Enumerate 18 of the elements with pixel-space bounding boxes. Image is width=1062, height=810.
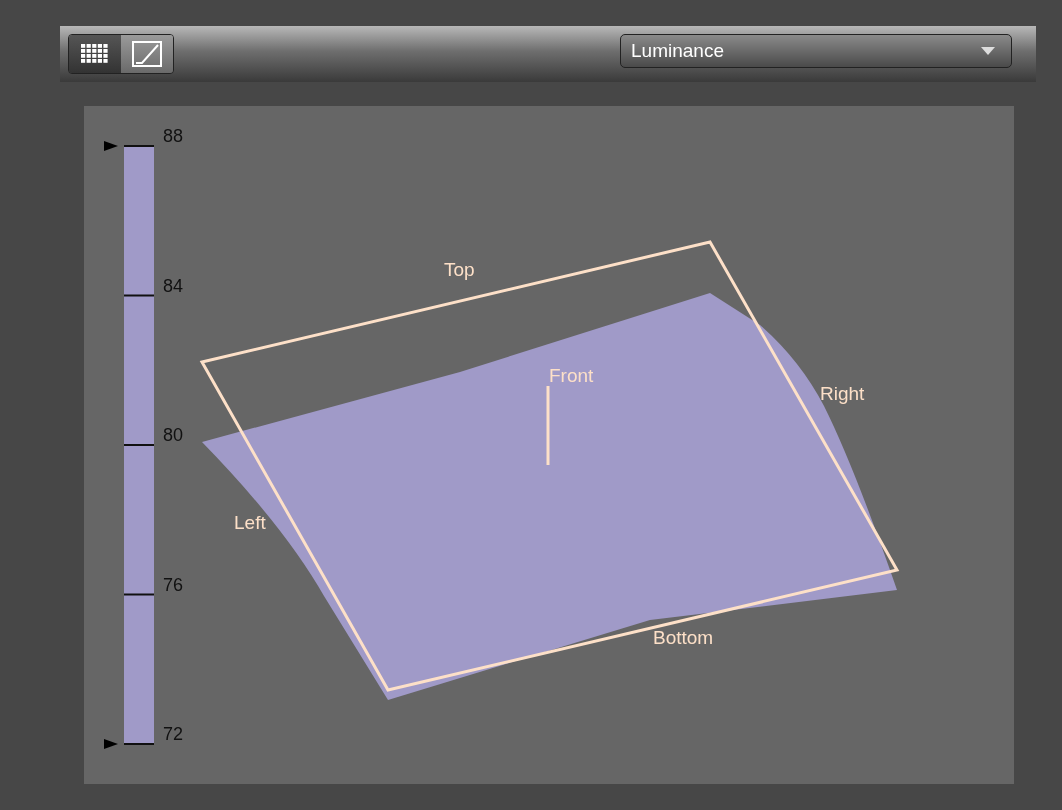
curve-view-button[interactable]	[121, 35, 173, 73]
axis-label: Left	[234, 512, 266, 533]
channel-dropdown[interactable]: Luminance	[620, 34, 1012, 68]
left-marker-icon	[104, 141, 118, 151]
grid-view-button[interactable]	[69, 35, 121, 73]
legend-tick-label: 76	[163, 574, 184, 595]
axis-label: Front	[549, 365, 594, 386]
left-marker-icon	[104, 739, 118, 749]
caret-icon	[981, 47, 995, 55]
legend-tick-label: 84	[163, 275, 184, 296]
axis-label: Top	[444, 259, 475, 280]
grid-icon	[81, 44, 109, 64]
axis-label: Bottom	[653, 627, 714, 648]
legend-tick-label: 72	[163, 724, 184, 744]
legend-tick-label: 80	[163, 425, 184, 445]
curve-icon	[132, 41, 162, 67]
legend-tick-label: 88	[163, 126, 184, 146]
axis-label: Right	[820, 383, 865, 404]
